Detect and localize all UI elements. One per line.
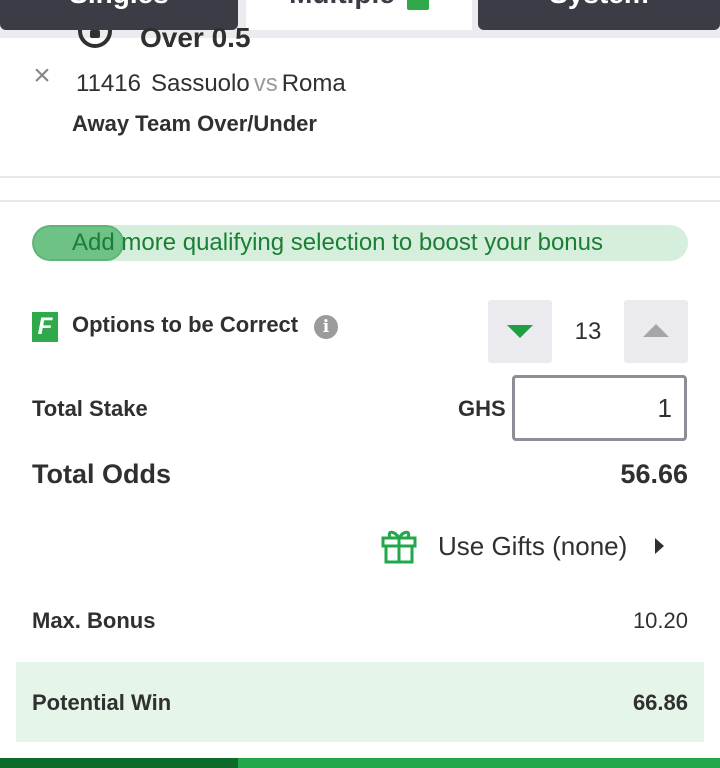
vs-label: vs bbox=[253, 70, 278, 97]
match-id: 11416 bbox=[76, 70, 141, 97]
total-odds-label: Total Odds bbox=[32, 459, 171, 489]
options-value: 13 bbox=[574, 318, 602, 345]
triangle-down-icon bbox=[507, 325, 533, 338]
tab-system-label: System bbox=[549, 0, 649, 10]
bottom-action-bar-left[interactable] bbox=[0, 758, 238, 768]
triangle-up-icon bbox=[643, 324, 669, 337]
divider bbox=[0, 200, 720, 202]
flex-badge-icon bbox=[406, 0, 429, 10]
info-icon[interactable]: i bbox=[314, 315, 338, 339]
potential-win-label: Potential Win bbox=[32, 690, 172, 715]
potential-win-row: Potential Win 66.86 bbox=[16, 662, 704, 742]
options-decrease-button[interactable] bbox=[488, 300, 552, 363]
bet-selection: Over 0.5 × 11416 Sassuolo vs Roma Away Team… bbox=[0, 22, 720, 178]
football-icon bbox=[76, 30, 114, 52]
options-correct-label: Options to be Correct bbox=[72, 312, 299, 337]
tab-multiple[interactable]: Multiple bbox=[246, 0, 472, 30]
max-bonus-value: 10.20 bbox=[632, 608, 688, 633]
home-team: Sassuolo bbox=[150, 70, 250, 97]
caret-right-icon bbox=[655, 538, 665, 554]
bonus-progress-text: Add more qualifying selection to boost y… bbox=[72, 229, 603, 256]
stake-input[interactable] bbox=[512, 375, 687, 441]
tab-multiple-label: Multiple bbox=[289, 0, 395, 10]
remove-selection-close-icon[interactable]: × bbox=[28, 61, 56, 91]
bonus-progress-bar: Add more qualifying selection to boost y… bbox=[32, 225, 688, 261]
selection-pick: Over 0.5 bbox=[140, 22, 251, 53]
use-gifts-button[interactable]: Use Gifts (none) bbox=[380, 526, 665, 566]
away-team: Roma bbox=[281, 70, 346, 97]
tab-singles-label: Singles bbox=[69, 0, 169, 10]
max-bonus-label: Max. Bonus bbox=[32, 608, 156, 633]
use-gifts-label: Use Gifts (none) bbox=[438, 530, 628, 561]
bottom-action-bar[interactable] bbox=[0, 758, 720, 768]
total-stake-label: Total Stake bbox=[32, 396, 148, 421]
options-increase-button[interactable] bbox=[624, 300, 688, 363]
currency-label: GHS bbox=[458, 396, 506, 421]
flex-f-icon: F bbox=[32, 312, 58, 342]
total-odds-value: 56.66 bbox=[620, 459, 688, 489]
potential-win-value: 66.86 bbox=[632, 690, 688, 715]
match-info: 11416 Sassuolo vs Roma bbox=[76, 70, 346, 98]
gift-icon bbox=[381, 530, 417, 564]
tab-system[interactable]: System bbox=[478, 0, 720, 30]
market-name: Away Team Over/Under bbox=[72, 111, 317, 136]
